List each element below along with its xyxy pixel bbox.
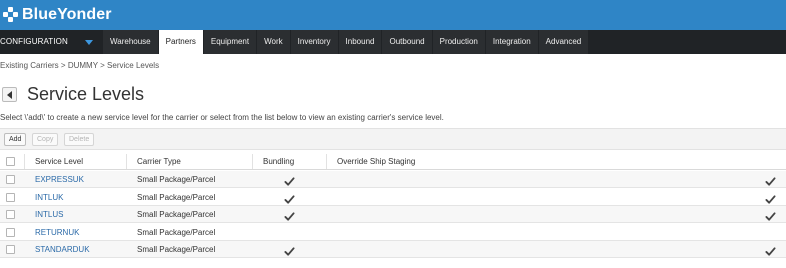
- column-header-carrier-type[interactable]: Carrier Type: [137, 153, 181, 170]
- check-icon: [284, 209, 295, 221]
- service-level-link[interactable]: RETURNUK: [35, 224, 79, 241]
- tab-advanced[interactable]: Advanced: [538, 30, 589, 54]
- nav-tabs: Warehouse Partners Equipment Work Inventory I…: [103, 30, 589, 54]
- breadcrumb: Existing Carriers > DUMMY > Service Leve…: [0, 61, 159, 70]
- tab-inbound[interactable]: Inbound: [338, 30, 382, 54]
- check-icon: [765, 209, 776, 221]
- delete-button[interactable]: Delete: [64, 133, 95, 146]
- tab-equipment[interactable]: Equipment: [203, 30, 257, 54]
- breadcrumb-existing-carriers[interactable]: Existing Carriers: [0, 61, 59, 70]
- row-checkbox[interactable]: [6, 245, 15, 254]
- carrier-type-cell: Small Package/Parcel: [137, 245, 216, 254]
- brand-name: BlueYonder: [22, 6, 112, 23]
- grid-toolbar: Add Copy Delete: [0, 128, 786, 150]
- add-button[interactable]: Add: [4, 133, 27, 146]
- breadcrumb-separator: >: [60, 61, 66, 70]
- service-level-link[interactable]: STANDARDUK: [35, 241, 90, 258]
- column-divider: [24, 154, 25, 169]
- configuration-label: CONFIGURATION: [0, 37, 68, 46]
- tab-outbound[interactable]: Outbound: [382, 30, 432, 54]
- copy-button[interactable]: Copy: [32, 133, 59, 146]
- row-checkbox[interactable]: [6, 227, 15, 237]
- table-header: Service Level Carrier Type Bundling Over…: [0, 153, 786, 170]
- main-navigation: CONFIGURATION Warehouse Partners Equipment…: [0, 30, 786, 54]
- table-row[interactable]: EXPRESSUK Small Package/Parcel: [0, 171, 786, 188]
- tab-inventory[interactable]: Inventory: [290, 30, 338, 54]
- check-icon: [284, 192, 295, 204]
- carrier-type-cell: Small Package/Parcel: [137, 192, 216, 202]
- tab-partners[interactable]: Partners: [158, 30, 203, 54]
- tab-integration[interactable]: Integration: [485, 30, 538, 54]
- column-header-bundling[interactable]: Bundling: [263, 153, 294, 170]
- tab-work[interactable]: Work: [257, 30, 290, 54]
- table-row[interactable]: INTLUK Small Package/Parcel: [0, 189, 786, 206]
- table-row[interactable]: INTLUS Small Package/Parcel: [0, 206, 786, 223]
- service-level-link[interactable]: INTLUS: [35, 206, 63, 223]
- row-checkbox[interactable]: [6, 192, 15, 202]
- check-icon: [284, 174, 295, 186]
- select-all-checkbox[interactable]: [6, 157, 15, 166]
- service-level-link[interactable]: INTLUK: [35, 189, 63, 206]
- page-title: Service Levels: [27, 84, 145, 104]
- breadcrumb-current: Service Levels: [107, 61, 160, 70]
- check-icon: [765, 244, 776, 256]
- blueyonder-logo-icon: [3, 7, 19, 23]
- service-level-link[interactable]: EXPRESSUK: [35, 171, 84, 188]
- breadcrumb-separator: >: [100, 61, 105, 70]
- tab-warehouse[interactable]: Warehouse: [103, 30, 158, 54]
- breadcrumb-carrier[interactable]: DUMMY: [68, 61, 98, 70]
- row-checkbox[interactable]: [6, 175, 15, 184]
- table-row[interactable]: STANDARDUK Small Package/Parcel: [0, 241, 786, 258]
- carrier-type-cell: Small Package/Parcel: [137, 175, 216, 184]
- column-header-service-level[interactable]: Service Level: [35, 153, 83, 170]
- carrier-type-cell: Small Package/Parcel: [137, 210, 216, 219]
- carrier-type-cell: Small Package/Parcel: [137, 227, 216, 237]
- row-checkbox[interactable]: [6, 210, 15, 219]
- check-icon: [284, 244, 295, 256]
- check-icon: [765, 174, 776, 186]
- top-brand-bar: BlueYonder: [0, 0, 786, 30]
- brand-logo[interactable]: BlueYonder: [3, 5, 112, 25]
- instructions-text: Select \'add\' to create a new service l…: [0, 113, 444, 122]
- column-divider: [326, 154, 327, 169]
- back-arrow-icon[interactable]: [2, 87, 17, 102]
- chevron-down-icon[interactable]: [85, 40, 93, 45]
- tab-production[interactable]: Production: [432, 30, 485, 54]
- check-icon: [765, 192, 776, 204]
- column-divider: [252, 154, 253, 169]
- table-row[interactable]: RETURNUK Small Package/Parcel: [0, 224, 786, 241]
- column-divider: [126, 154, 127, 169]
- column-header-override-ship-staging[interactable]: Override Ship Staging: [337, 153, 415, 170]
